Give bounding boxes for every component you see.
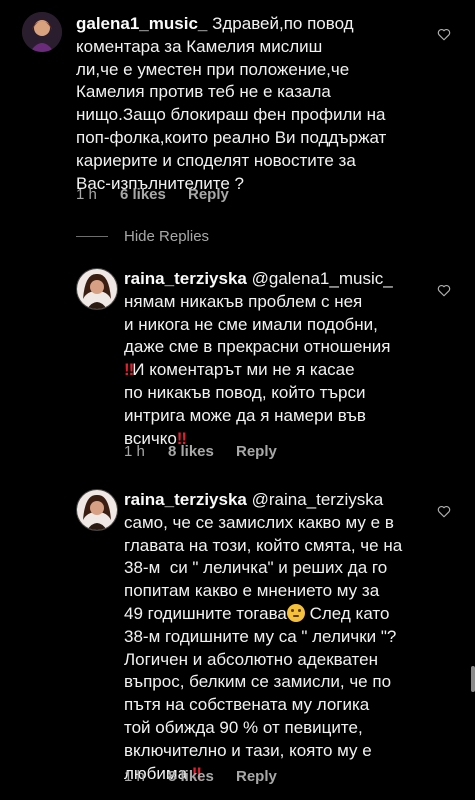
likes-count[interactable]: 8 likes: [168, 443, 236, 460]
divider-line: [76, 236, 108, 237]
avatar-image: [22, 12, 62, 52]
timestamp: 1 h: [124, 443, 145, 460]
avatar[interactable]: [76, 268, 118, 310]
timestamp: 1 h: [124, 768, 145, 785]
avatar[interactable]: [22, 12, 62, 52]
reply-button[interactable]: Reply: [188, 186, 229, 203]
likes-count[interactable]: 6 likes: [120, 186, 188, 203]
username[interactable]: galena1_music_: [76, 14, 207, 33]
username[interactable]: raina_terziyska: [124, 490, 247, 509]
likes-count[interactable]: 8 likes: [168, 768, 236, 785]
avatar-image: [77, 490, 117, 530]
comment-text: galena1_music_ Здравей,по повод коментар…: [76, 13, 436, 195]
heart-outline-icon[interactable]: [437, 28, 451, 41]
thinking-face-emoji: [286, 603, 305, 622]
heart-outline-icon[interactable]: [437, 505, 451, 518]
comment-body-part2: След като 38-м годишните му са " лелички…: [124, 603, 397, 783]
comment-text: raina_terziyska @galena1_music_ нямам ни…: [124, 268, 444, 450]
mention-link[interactable]: @galena1_music_: [252, 269, 393, 288]
hide-replies-label[interactable]: Hide Replies: [124, 228, 209, 245]
avatar-image: [77, 269, 117, 309]
scrollbar-thumb[interactable]: [471, 666, 475, 692]
hide-replies-toggle[interactable]: Hide Replies: [76, 228, 209, 245]
mention-link[interactable]: @raina_terziyska: [252, 490, 384, 509]
comment-meta: 1 h 8 likes Reply: [124, 443, 277, 460]
comment-meta: 1 h 6 likes Reply: [76, 186, 229, 203]
reply-button[interactable]: Reply: [236, 443, 277, 460]
comment-meta: 1 h 8 likes Reply: [124, 768, 277, 785]
comment-text: raina_terziyska @raina_terziyska само, ч…: [124, 489, 454, 785]
avatar[interactable]: [76, 489, 118, 531]
comment-body: Здравей,по повод коментара за Камелия ми…: [76, 14, 387, 193]
comment-body-part2: И коментарът ми не я касае по никакъв по…: [124, 360, 366, 448]
comment-body-part1: нямам никакъв проблем с нея и никога не …: [124, 291, 391, 357]
heart-outline-icon[interactable]: [437, 284, 451, 297]
username[interactable]: raina_terziyska: [124, 269, 247, 288]
timestamp: 1 h: [76, 186, 97, 203]
reply-button[interactable]: Reply: [236, 768, 277, 785]
